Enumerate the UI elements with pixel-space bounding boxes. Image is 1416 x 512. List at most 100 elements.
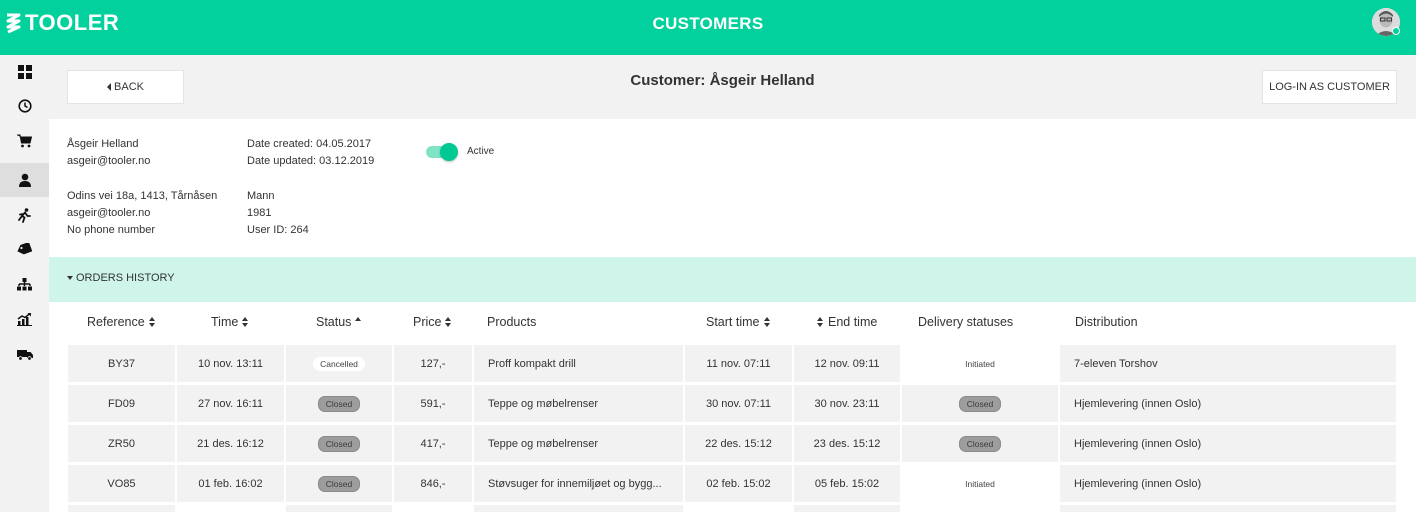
orders-history-toggle[interactable]: ORDERS HISTORY	[67, 272, 175, 284]
sort-icon	[817, 317, 824, 327]
customer-email: asgeir@tooler.no	[67, 155, 151, 167]
sidebar-item-activities[interactable]	[0, 198, 49, 232]
column-header-start-time[interactable]: Start time	[706, 315, 771, 329]
cell-price: 127,-	[394, 345, 472, 382]
cell-products: Støvsuger for innemiljøet og bygg...	[474, 465, 683, 502]
column-label: Delivery statuses	[918, 315, 1014, 329]
customer-dates: Date created: 04.05.2017 Date updated: 0…	[247, 136, 374, 170]
chart-icon	[17, 312, 32, 326]
sidebar-item-customers[interactable]	[0, 163, 49, 197]
status-badge: Closed	[317, 475, 361, 492]
customer-header: BACK Customer: Åsgeir Helland LOG-IN AS …	[49, 55, 1416, 119]
sidebar-item-dashboard[interactable]	[0, 55, 49, 89]
date-created: Date created: 04.05.2017	[247, 138, 372, 150]
cell-products: Proff kompakt drill	[474, 345, 683, 382]
column-header-products: Products	[487, 315, 536, 329]
cell-end-time: 12 nov. 09:11	[794, 345, 900, 382]
truck-icon	[16, 350, 33, 361]
customer-birth-year: 1981	[247, 207, 272, 219]
column-header-price[interactable]: Price	[413, 315, 452, 329]
cell-delivery-status: Closed	[902, 425, 1058, 462]
orders-history-title: ORDERS HISTORY	[76, 272, 175, 284]
toggle-knob	[440, 143, 458, 161]
sort-icon	[148, 317, 156, 327]
sidebar-item-organization[interactable]	[0, 267, 49, 301]
dashboard-icon	[17, 65, 32, 79]
cell-reference[interactable]: FD09	[68, 385, 175, 422]
customer-email-secondary: asgeir@tooler.no	[67, 207, 151, 219]
column-label: End time	[828, 315, 878, 329]
column-header-delivery-statuses: Delivery statuses	[918, 315, 1013, 329]
sidebar-item-history[interactable]	[0, 89, 49, 123]
cell-start-time: 30 nov. 07:11	[685, 385, 792, 422]
cell-price: 591,-	[394, 385, 472, 422]
column-label: Status	[316, 315, 352, 329]
cell-start-time: 11 nov. 07:11	[685, 345, 792, 382]
cell-end-time: 05 feb. 15:02	[794, 465, 900, 502]
cell-status: Closed	[286, 425, 392, 462]
column-header-end-time[interactable]: End time	[817, 315, 877, 329]
active-label: Active	[467, 146, 495, 157]
cell-time: 01 feb. 16:02	[177, 465, 284, 502]
cell-status-partial	[286, 505, 392, 512]
status-badge: Cancelled	[313, 356, 365, 371]
tag-icon	[17, 243, 32, 255]
customer-address-block: Odins vei 18a, 1413, Tårnåsen asgeir@too…	[67, 188, 217, 239]
cell-end-time-partial	[794, 505, 900, 512]
user-icon	[18, 173, 31, 187]
sidebar-item-orders[interactable]	[0, 124, 49, 158]
date-updated: Date updated: 03.12.2019	[247, 155, 375, 167]
orders-table: Reference Time Status Price Products Sta…	[49, 302, 1416, 512]
sort-ascending-icon	[355, 317, 362, 321]
sort-icon	[242, 317, 249, 327]
cell-reference-partial	[68, 505, 175, 512]
customer-title: Customer: Åsgeir Helland	[630, 72, 815, 89]
customer-contact: Åsgeir Helland asgeir@tooler.no	[67, 136, 150, 170]
column-label: Price	[413, 315, 442, 329]
customer-gender: Mann	[247, 190, 275, 202]
login-as-customer-button[interactable]: LOG-IN AS CUSTOMER	[1262, 70, 1397, 104]
cell-products: Teppe og møbelrenser	[474, 385, 683, 422]
sidebar-item-delivery[interactable]	[0, 338, 49, 372]
cell-delivery-status: Initiated	[902, 345, 1058, 382]
customer-address: Odins vei 18a, 1413, Tårnåsen	[67, 190, 218, 202]
hierarchy-icon	[17, 277, 32, 290]
cell-delivery-status: Initiated	[902, 465, 1058, 502]
customer-phone: No phone number	[67, 224, 156, 236]
column-header-status[interactable]: Status	[316, 315, 362, 329]
customer-info-panel: Åsgeir Helland asgeir@tooler.no Odins ve…	[49, 119, 1416, 257]
active-toggle[interactable]	[426, 143, 458, 161]
cell-status: Closed	[286, 385, 392, 422]
column-header-reference[interactable]: Reference	[87, 315, 156, 329]
column-label: Reference	[87, 315, 145, 329]
cell-distribution-partial	[1060, 505, 1396, 512]
cell-reference[interactable]: BY37	[68, 345, 175, 382]
cell-status: Cancelled	[286, 345, 392, 382]
runner-icon	[18, 207, 31, 223]
cell-distribution: Hjemlevering (innen Oslo)	[1060, 425, 1396, 462]
cell-products-partial	[474, 505, 683, 512]
cell-distribution: 7-eleven Torshov	[1060, 345, 1396, 382]
cell-start-time: 22 des. 15:12	[685, 425, 792, 462]
top-bar: TOOLER CUSTOMERS	[0, 0, 1416, 55]
cell-products: Teppe og møbelrenser	[474, 425, 683, 462]
cell-distribution: Hjemlevering (innen Oslo)	[1060, 465, 1396, 502]
column-label: Distribution	[1075, 315, 1138, 329]
cell-price: 846,-	[394, 465, 472, 502]
cell-end-time: 23 des. 15:12	[794, 425, 900, 462]
column-label: Start time	[706, 315, 760, 329]
cell-status: Closed	[286, 465, 392, 502]
sort-icon	[763, 317, 771, 327]
column-header-time[interactable]: Time	[211, 315, 249, 329]
sidebar-item-statistics[interactable]	[0, 302, 49, 336]
cell-reference[interactable]: ZR50	[68, 425, 175, 462]
cell-start-time: 02 feb. 15:02	[685, 465, 792, 502]
orders-history-section[interactable]: ORDERS HISTORY	[49, 257, 1416, 302]
sidebar-item-products[interactable]	[0, 232, 49, 266]
customer-name: Åsgeir Helland	[67, 138, 139, 150]
sort-icon	[445, 317, 452, 327]
delivery-status-text: Initiated	[965, 478, 995, 489]
caret-down-icon	[67, 276, 73, 280]
cell-reference[interactable]: VO85	[68, 465, 175, 502]
cell-end-time: 30 nov. 23:11	[794, 385, 900, 422]
